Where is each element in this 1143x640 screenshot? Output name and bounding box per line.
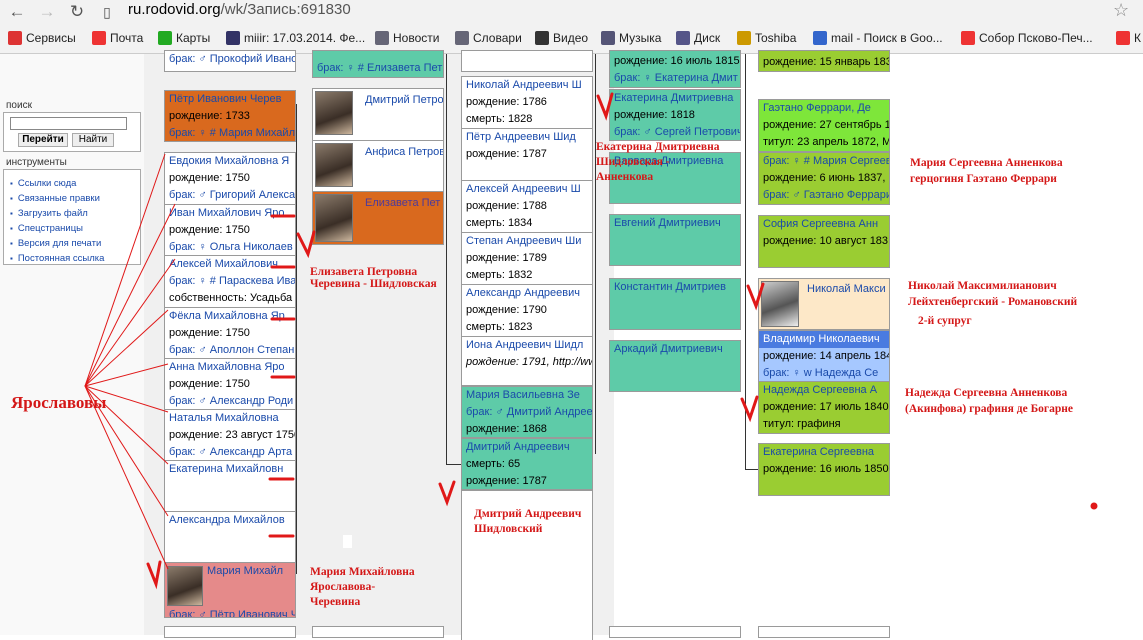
annotation-pointer-line [84, 385, 169, 465]
bookmark-label: Видео [553, 31, 589, 45]
yandex-icon [961, 31, 975, 45]
annotation-pointer-line [84, 385, 169, 517]
red-check-mark [438, 480, 456, 507]
bookmark-label: Новости [393, 31, 440, 45]
bookmark-label: Музыка [619, 31, 662, 45]
red-check-mark [740, 395, 759, 423]
bookmark-label: Словари [473, 31, 522, 45]
bookmark-label: mail - Поиск в Goo... [831, 31, 943, 45]
bookmark-item[interactable]: Видео [535, 31, 588, 45]
forward-icon[interactable]: → [36, 2, 58, 22]
play-icon [535, 31, 549, 45]
bookmark-item[interactable]: Сервисы [8, 31, 76, 45]
user-icon [226, 31, 240, 45]
bookmark-item[interactable]: Собор Псково-Печ... [961, 31, 1093, 45]
bookmark-item[interactable]: Новости [375, 31, 439, 45]
annotation-pointer-line [84, 153, 166, 387]
reload-icon[interactable]: ↻ [66, 2, 88, 22]
red-dot-mark [1090, 502, 1098, 510]
annotation-pointer-line [84, 258, 176, 387]
red-check-mark [746, 282, 765, 311]
address-bar[interactable]: ru.rodovid.org/wk/Запись:691830 [128, 1, 351, 18]
annotation-pointer-line [84, 385, 169, 570]
blank-patch [343, 535, 352, 548]
folder-icon [737, 31, 751, 45]
bookmark-item[interactable]: Карты [158, 31, 210, 45]
maps-icon [158, 31, 172, 45]
bookmark-item[interactable]: Toshiba [737, 31, 796, 45]
red-check-mark [596, 92, 614, 121]
bookmark-label: Диск [694, 31, 721, 45]
browser-chrome: ← → ↻ ▯ ru.rodovid.org/wk/Запись:691830 … [0, 0, 1143, 54]
url-path: /wk/Запись:691830 [220, 1, 351, 18]
bookmark-item[interactable]: Почта [92, 31, 143, 45]
yandex-icon [1116, 31, 1130, 45]
bookmark-label: Сервисы [26, 31, 76, 45]
bookmark-label: Почта [110, 31, 144, 45]
bookmark-label: Собор Псково-Печ... [979, 31, 1093, 45]
bookmark-star-icon[interactable]: ☆ [1113, 0, 1129, 21]
doc-icon [375, 31, 389, 45]
google-icon [813, 31, 827, 45]
bookmark-item[interactable]: Диск [676, 31, 720, 45]
annotation-pointer-line [84, 203, 176, 387]
red-check-mark [146, 560, 162, 590]
bookmark-item[interactable]: mail - Поиск в Goo... [813, 31, 943, 45]
back-icon[interactable]: ← [6, 2, 28, 22]
page-icon: ▯ [103, 4, 111, 20]
bookmark-item[interactable]: К [1116, 31, 1141, 45]
url-domain: ru.rodovid.org [128, 1, 221, 18]
apps-grid-icon [8, 31, 22, 45]
bookmark-label: Toshiba [755, 31, 797, 45]
mail-icon [676, 31, 690, 45]
bookmark-label: Карты [176, 31, 211, 45]
bookmark-item[interactable]: Музыка [601, 31, 661, 45]
speaker-icon [601, 31, 615, 45]
bookmark-item[interactable]: miiir: 17.03.2014. Фе... [226, 31, 365, 45]
red-pen-marks [84, 92, 1098, 590]
annotation-pointer-line [84, 385, 169, 413]
bookmark-label: miiir: 17.03.2014. Фе... [244, 31, 366, 45]
bookmark-item[interactable]: Словари [455, 31, 522, 45]
bookmarks-bar: Сервисы Почта Карты miiir: 17.03.2014. Фе..… [0, 28, 1143, 50]
doc-icon [455, 31, 469, 45]
page-content: поиск Перейти Найти инструменты Ссылки с… [0, 50, 1143, 640]
bookmark-label: К [1134, 31, 1141, 45]
red-check-mark [296, 230, 316, 259]
yandex-icon [92, 31, 106, 45]
